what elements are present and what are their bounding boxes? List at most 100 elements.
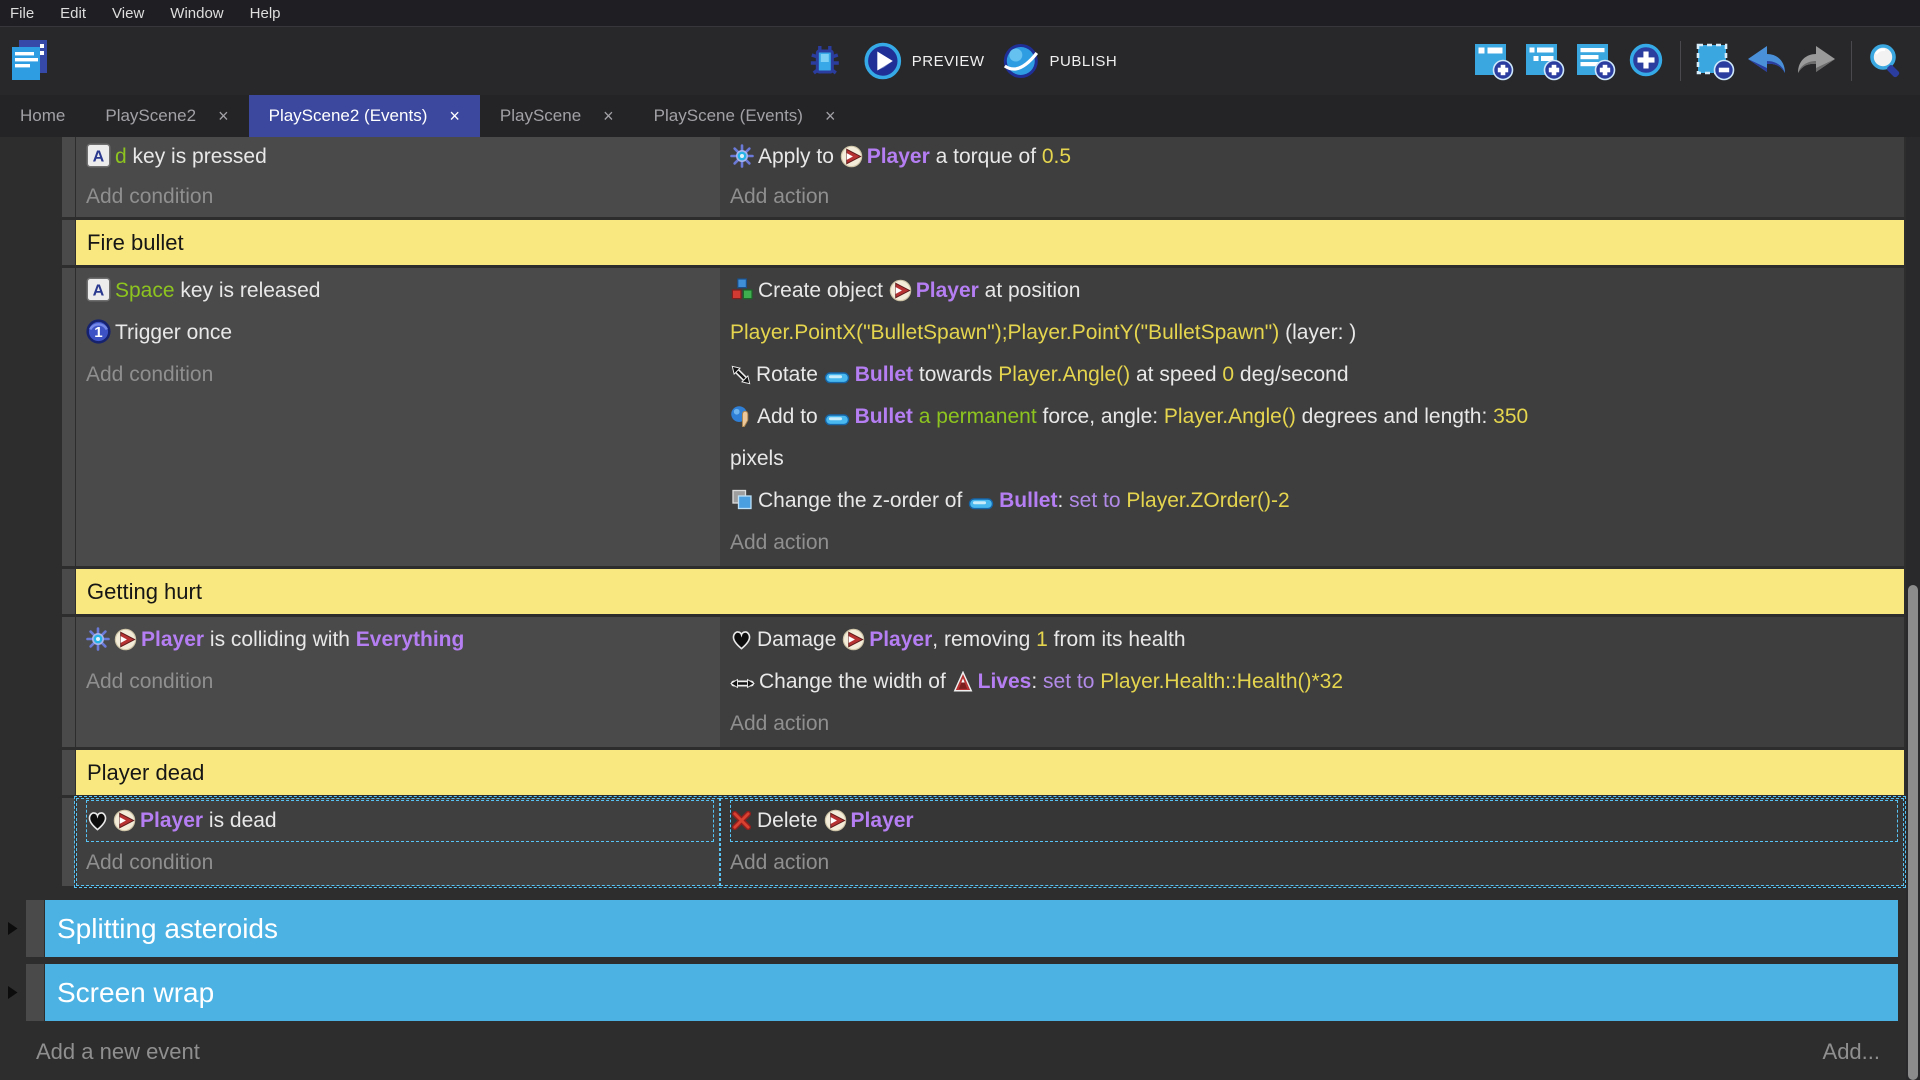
app-logo-icon bbox=[8, 38, 50, 84]
bullet-icon bbox=[968, 480, 995, 522]
add-circle-button[interactable] bbox=[1624, 39, 1668, 83]
action-line[interactable]: Add to Bullet a permanent force, angle: … bbox=[730, 396, 1898, 480]
add-new-event-button[interactable]: Add a new event bbox=[36, 1039, 200, 1065]
remove-selection-button[interactable] bbox=[1693, 39, 1737, 83]
text-part: Add to bbox=[757, 405, 824, 428]
action-line[interactable]: Damage Player, removing 1 from its healt… bbox=[730, 619, 1898, 661]
event-drag-handle[interactable] bbox=[62, 220, 75, 265]
event-gutter bbox=[0, 220, 62, 265]
event-drag-handle[interactable] bbox=[62, 569, 75, 614]
search-icon bbox=[1865, 40, 1907, 82]
undo-button[interactable] bbox=[1744, 39, 1788, 83]
toolbar-separator bbox=[1851, 41, 1852, 81]
event-drag-handle[interactable] bbox=[62, 268, 75, 566]
tab-playscene2[interactable]: PlayScene2× bbox=[85, 95, 248, 137]
tab-close-icon[interactable]: × bbox=[449, 107, 460, 125]
event-drag-handle[interactable] bbox=[62, 617, 75, 747]
rotate-icon bbox=[730, 354, 752, 396]
text-part: Rotate bbox=[756, 363, 824, 386]
text-part: Change the z-order of bbox=[758, 489, 968, 512]
group-title[interactable]: Screen wrap bbox=[45, 964, 1898, 1021]
action-line[interactable]: Delete Player bbox=[730, 800, 1898, 842]
condition-line[interactable]: 1Trigger once bbox=[86, 312, 714, 354]
add-action-button[interactable]: Add action bbox=[730, 177, 1898, 217]
tab-close-icon[interactable]: × bbox=[825, 107, 836, 125]
comment-text[interactable]: Getting hurt bbox=[76, 569, 1904, 614]
text-part: a torque of bbox=[930, 145, 1042, 168]
app-logo-icon bbox=[8, 37, 52, 85]
condition-line[interactable]: ASpace key is released bbox=[86, 270, 714, 312]
menu-item-help[interactable]: Help bbox=[250, 5, 281, 22]
text-part: Player bbox=[867, 145, 930, 168]
tab-home[interactable]: Home bbox=[0, 95, 85, 137]
add-comment-button[interactable] bbox=[1573, 39, 1617, 83]
add-action-button[interactable]: Add action bbox=[730, 703, 1898, 745]
menu-bar: File Edit View Window Help bbox=[0, 0, 1920, 26]
text-part: at speed bbox=[1130, 363, 1222, 386]
menu-item-view[interactable]: View bbox=[112, 5, 144, 22]
tab-playscene2-events[interactable]: PlayScene2 (Events)× bbox=[249, 95, 480, 137]
tab-close-icon[interactable]: × bbox=[218, 107, 229, 125]
event-drag-handle[interactable] bbox=[62, 798, 75, 886]
add-action-button[interactable]: Add action bbox=[730, 842, 1898, 884]
undo-icon bbox=[1743, 40, 1789, 82]
event-row: Ad key is pressedAdd conditionApply to P… bbox=[0, 137, 1906, 217]
search-button[interactable] bbox=[1864, 39, 1908, 83]
add-more-button[interactable]: Add... bbox=[1823, 1039, 1880, 1065]
debugger-button[interactable] bbox=[803, 39, 847, 83]
group-drag-handle[interactable] bbox=[26, 900, 44, 957]
condition-line[interactable]: Player is colliding with Everything bbox=[86, 619, 714, 661]
action-line[interactable]: Apply to Player a torque of 0.5 bbox=[730, 137, 1898, 177]
events-list: Ad key is pressedAdd conditionApply to P… bbox=[0, 137, 1906, 1030]
actions-cell: Delete PlayerAdd action bbox=[720, 798, 1904, 886]
comment-text[interactable]: Fire bullet bbox=[76, 220, 1904, 265]
condition-lines: Ad key is pressed bbox=[86, 137, 714, 177]
group-title[interactable]: Splitting asteroids bbox=[45, 900, 1898, 957]
tab-close-icon[interactable]: × bbox=[603, 107, 614, 125]
player-icon bbox=[113, 800, 136, 842]
text-part: Player.ZOrder()-2 bbox=[1126, 489, 1289, 512]
tab-bar: HomePlayScene2×PlayScene2 (Events)×PlayS… bbox=[0, 95, 1920, 137]
add-condition-button[interactable]: Add condition bbox=[86, 177, 714, 217]
fold-arrow-icon[interactable] bbox=[6, 984, 19, 1001]
add-subevent-button[interactable] bbox=[1522, 39, 1566, 83]
redo-button[interactable] bbox=[1795, 39, 1839, 83]
publish-globe-icon bbox=[1000, 41, 1040, 81]
condition-lines: Player is dead bbox=[86, 800, 714, 842]
tab-label: Home bbox=[20, 106, 65, 126]
vertical-scrollbar[interactable] bbox=[1906, 137, 1920, 1080]
tab-playscene-events[interactable]: PlayScene (Events)× bbox=[634, 95, 856, 137]
condition-line[interactable]: Player is dead bbox=[86, 800, 714, 842]
fold-arrow-icon[interactable] bbox=[6, 920, 19, 937]
action-line[interactable]: Create object Player at positionPlayer.P… bbox=[730, 270, 1898, 354]
add-condition-button[interactable]: Add condition bbox=[86, 354, 714, 396]
text-part: Everything bbox=[356, 628, 465, 651]
add-event-button[interactable] bbox=[1471, 39, 1515, 83]
scrollbar-thumb[interactable] bbox=[1908, 585, 1918, 1080]
action-line[interactable]: Rotate Bullet towards Player.Angle() at … bbox=[730, 354, 1898, 396]
menu-item-file[interactable]: File bbox=[10, 5, 34, 22]
event-body: Player is colliding with EverythingAdd c… bbox=[76, 617, 1904, 747]
conditions-cell: Ad key is pressedAdd condition bbox=[76, 137, 720, 217]
group-gutter bbox=[0, 964, 26, 1021]
add-subevent-icon bbox=[1522, 40, 1566, 82]
menu-item-window[interactable]: Window bbox=[170, 5, 223, 22]
group-drag-handle[interactable] bbox=[26, 964, 44, 1021]
add-action-button[interactable]: Add action bbox=[730, 522, 1898, 564]
action-line[interactable]: Change the width of Lives: set to Player… bbox=[730, 661, 1898, 703]
event-drag-handle[interactable] bbox=[62, 137, 75, 217]
text-part: Trigger once bbox=[115, 321, 232, 344]
add-condition-button[interactable]: Add condition bbox=[86, 661, 714, 703]
event-drag-handle[interactable] bbox=[62, 750, 75, 795]
publish-button[interactable]: PUBLISH bbox=[1000, 41, 1117, 81]
comment-text[interactable]: Player dead bbox=[76, 750, 1904, 795]
text-part: deg/second bbox=[1234, 363, 1348, 386]
menu-item-edit[interactable]: Edit bbox=[60, 5, 86, 22]
condition-line[interactable]: Ad key is pressed bbox=[86, 137, 714, 177]
add-condition-button[interactable]: Add condition bbox=[86, 842, 714, 884]
actions-cell: Apply to Player a torque of 0.5Add actio… bbox=[720, 137, 1904, 217]
keyboard-icon: A bbox=[86, 270, 111, 312]
action-line[interactable]: Change the z-order of Bullet: set to Pla… bbox=[730, 480, 1898, 522]
tab-playscene[interactable]: PlayScene× bbox=[480, 95, 634, 137]
preview-button[interactable]: PREVIEW bbox=[863, 41, 985, 81]
